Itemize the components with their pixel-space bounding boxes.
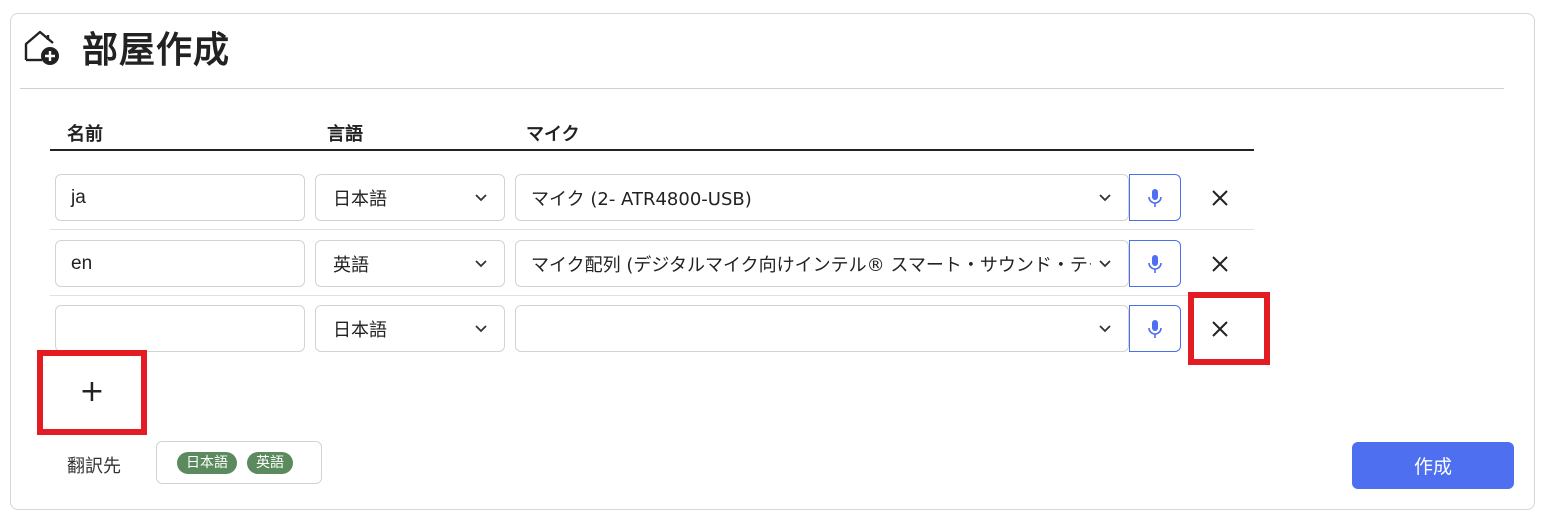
mic-test-button[interactable] (1129, 174, 1181, 221)
table-row: ja 日本語 マイク (2- ATR4800-USB) (50, 164, 1254, 230)
language-select[interactable]: 日本語 (315, 174, 505, 221)
table-row: en 英語 マイク配列 (デジタルマイク向けインテル® スマート・サウンド・テク… (50, 230, 1254, 296)
name-input[interactable]: en (55, 240, 305, 287)
mic-test-button[interactable] (1129, 240, 1181, 287)
home-add-icon (20, 26, 62, 68)
mic-select[interactable]: マイク (2- ATR4800-USB) (515, 174, 1129, 221)
table-header-line (50, 149, 1254, 151)
language-select-value: 日本語 (333, 188, 387, 210)
translation-target-select[interactable]: 日本語 英語 (156, 441, 322, 484)
microphone-icon (1148, 254, 1162, 273)
create-button[interactable]: 作成 (1352, 442, 1514, 489)
column-header-name: 名前 (67, 124, 103, 145)
chevron-down-icon (475, 194, 487, 202)
delete-row-button[interactable] (1200, 240, 1240, 287)
page-title: 部屋作成 (82, 30, 231, 71)
delete-row-button[interactable] (1200, 174, 1240, 221)
language-select-value: 英語 (333, 254, 369, 276)
language-chip: 英語 (247, 451, 293, 474)
chevron-down-icon (1099, 325, 1111, 333)
microphone-icon (1148, 188, 1162, 207)
language-select[interactable]: 日本語 (315, 305, 505, 352)
mic-select[interactable]: マイク配列 (デジタルマイク向けインテル® スマート・サウンド・テクノロジー) (515, 240, 1129, 287)
column-header-mic: マイク (526, 124, 580, 145)
mic-select[interactable] (515, 305, 1129, 352)
column-header-language: 言語 (327, 124, 363, 145)
page-header: 部屋作成 (20, 24, 231, 71)
name-input[interactable]: ja (55, 174, 305, 221)
chevron-down-icon (1099, 260, 1111, 268)
name-input[interactable] (55, 305, 305, 352)
chevron-down-icon (475, 260, 487, 268)
mic-select-value: マイク配列 (デジタルマイク向けインテル® スマート・サウンド・テクノロジー) (531, 254, 1091, 276)
language-select-value: 日本語 (333, 319, 387, 341)
add-row-button[interactable]: + (38, 350, 146, 433)
header-divider (20, 88, 1504, 89)
chevron-down-icon (1099, 194, 1111, 202)
chevron-down-icon (475, 325, 487, 333)
translation-target-label: 翻訳先 (67, 456, 121, 477)
microphone-icon (1148, 319, 1162, 338)
highlight-box-delete (1188, 292, 1270, 365)
mic-select-value: マイク (2- ATR4800-USB) (531, 188, 752, 210)
table-row: 日本語 (50, 295, 1254, 361)
close-icon (1212, 255, 1228, 272)
language-select[interactable]: 英語 (315, 240, 505, 287)
close-icon (1212, 189, 1228, 206)
language-chip: 日本語 (177, 451, 237, 474)
mic-test-button[interactable] (1129, 305, 1181, 352)
